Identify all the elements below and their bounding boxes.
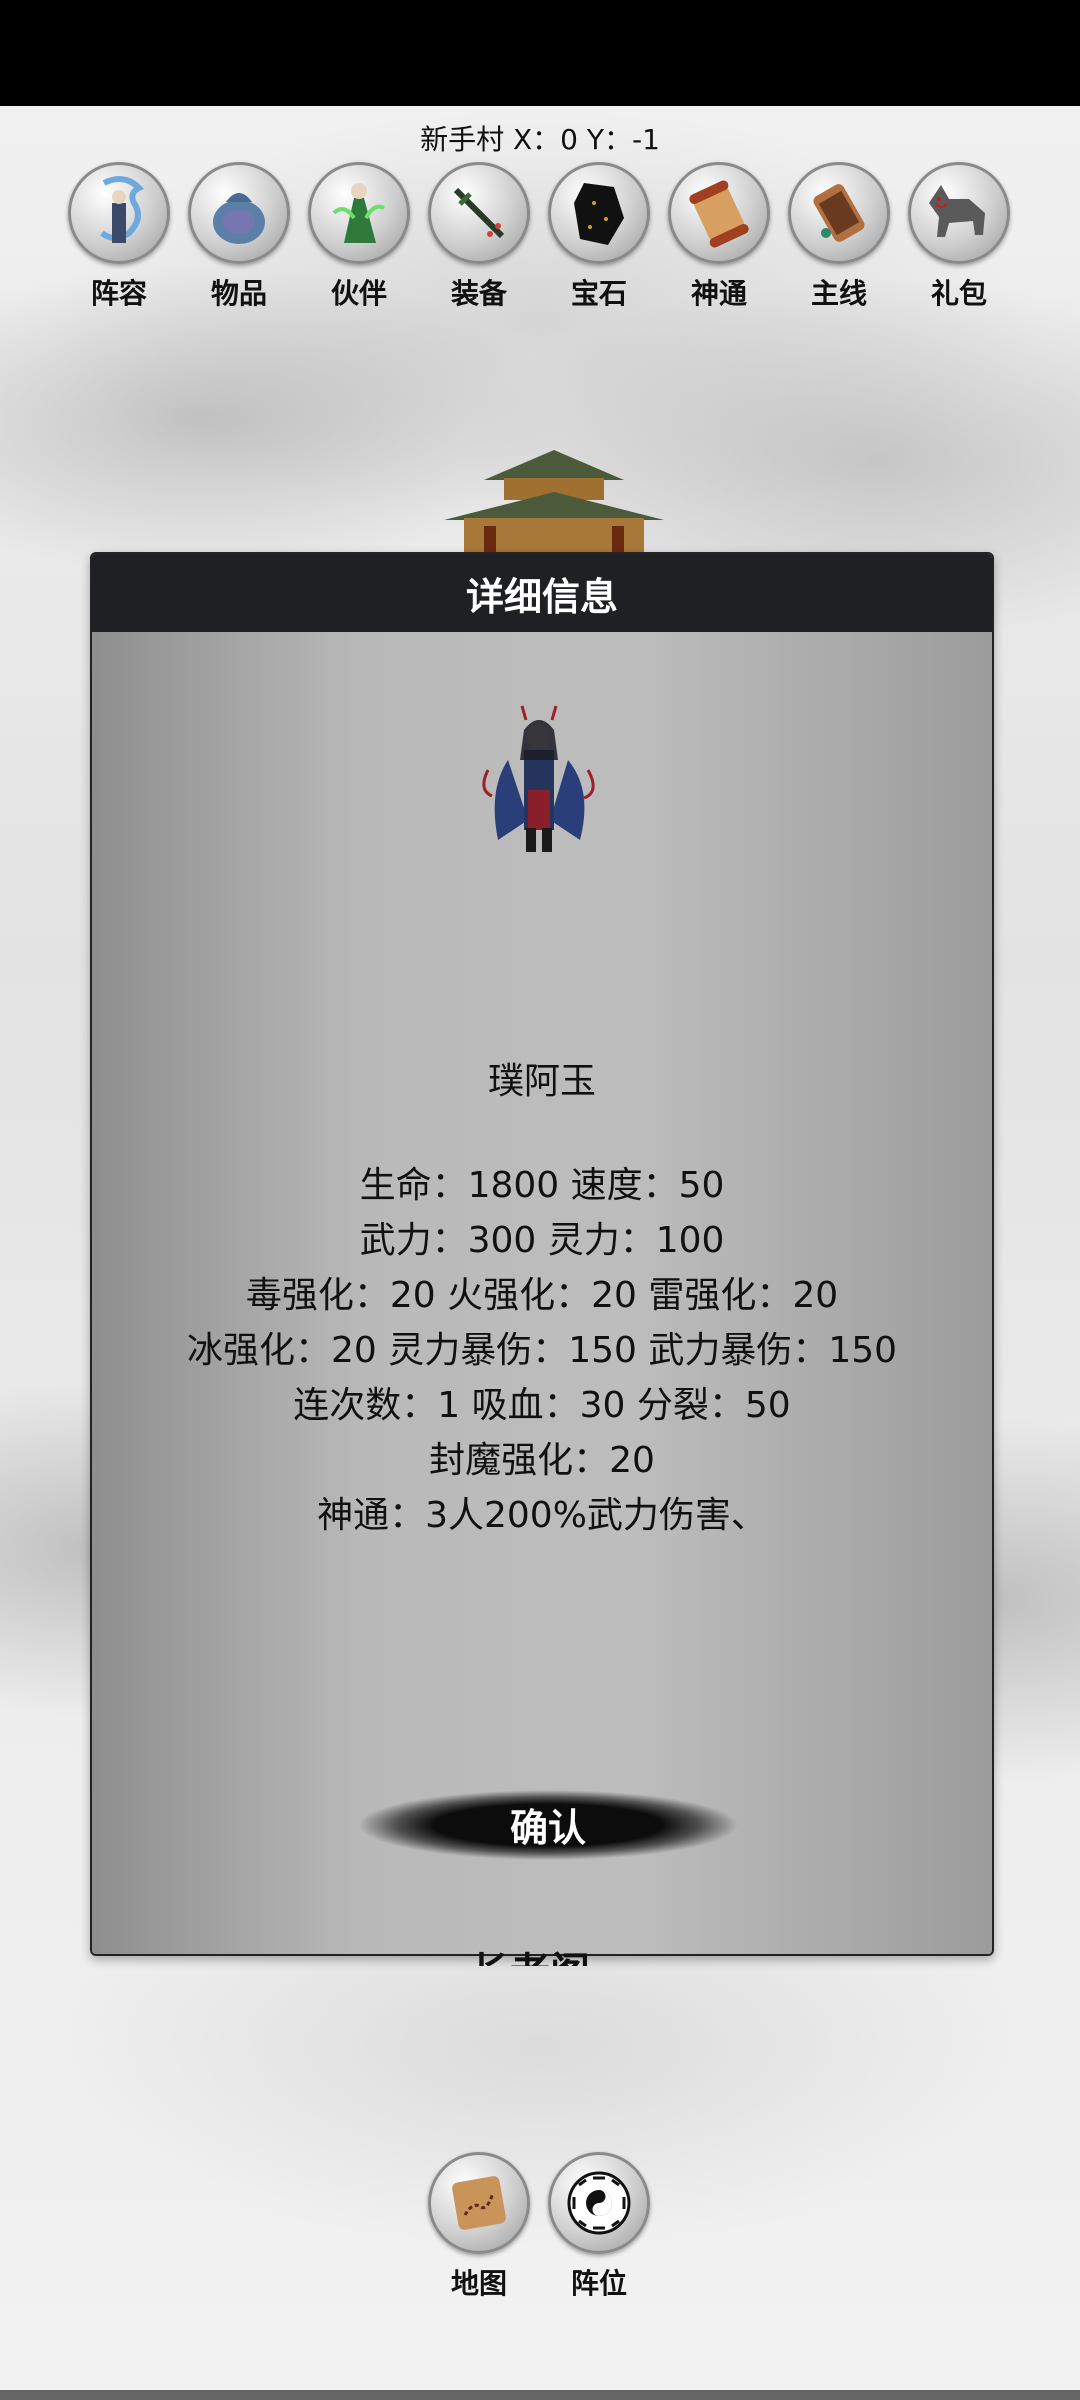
stat-line-ice-crit: 冰强化：20 灵力暴伤：150 武力暴伤：150: [186, 1330, 898, 1371]
item-bag-icon: [188, 162, 290, 264]
menu-lineup-button[interactable]: 阵容: [68, 162, 170, 312]
menu-gift-button[interactable]: 礼包: [908, 162, 1010, 312]
menu-divine-button[interactable]: 神通: [668, 162, 770, 312]
status-bar: [0, 0, 1080, 106]
menu-gems-button[interactable]: 宝石: [548, 162, 650, 312]
dialog-title: 详细信息: [92, 554, 992, 632]
stat-line-force-spirit: 武力：300 灵力：100: [359, 1220, 725, 1261]
confirm-button[interactable]: 确认: [358, 1784, 738, 1864]
menu-equipment-button[interactable]: 装备: [428, 162, 530, 312]
stat-line-element-boost: 毒强化：20 火强化：20 雷强化：20: [245, 1275, 839, 1316]
pagoda-building-icon: [444, 450, 664, 560]
navigation-bar: [0, 2390, 1080, 2400]
building-name-partial: 长老阁: [470, 1926, 630, 1966]
menu-divine-label: 神通: [690, 277, 747, 310]
menu-lineup-label: 阵容: [90, 277, 147, 310]
location-coordinates: 新手村 X：0 Y：-1: [420, 123, 660, 156]
gem-stone-icon: [548, 162, 650, 264]
hero-stats: 生命：1800 速度：50 武力：300 灵力：100 毒强化：20 火强化：2…: [92, 1158, 992, 1543]
companion-icon: [308, 162, 410, 264]
menu-gift-label: 礼包: [930, 277, 987, 310]
sword-icon: [428, 162, 530, 264]
formation-label: 阵位: [570, 2267, 627, 2300]
detail-dialog: 详细信息 璞阿玉 生命：1800 速度：50 武力：300 灵力：100 毒强化…: [90, 552, 994, 1956]
confirm-button-label: 确认: [509, 1805, 586, 1850]
stat-line-combo-lifesteal: 连次数：1 吸血：30 分裂：50: [293, 1385, 791, 1426]
menu-items-button[interactable]: 物品: [188, 162, 290, 312]
menu-gems-label: 宝石: [570, 277, 627, 310]
menu-equipment-label: 装备: [450, 277, 507, 310]
map-label: 地图: [450, 2267, 507, 2300]
scroll-icon: [668, 162, 770, 264]
formation-button[interactable]: 阵位: [548, 2152, 650, 2302]
wolf-gift-icon: [908, 162, 1010, 264]
stat-line-seal-boost: 封魔强化：20: [429, 1440, 655, 1481]
menu-items-label: 物品: [210, 277, 267, 310]
menu-companion-button[interactable]: 伙伴: [308, 162, 410, 312]
menu-mainquest-button[interactable]: 主线: [788, 162, 890, 312]
hero-portrait-icon: [482, 705, 595, 852]
stat-line-hp-speed: 生命：1800 速度：50: [359, 1165, 725, 1206]
map-button[interactable]: 地图: [428, 2152, 530, 2302]
stat-line-skill: 神通：3人200%武力伤害、: [317, 1495, 767, 1536]
quest-scroll-icon: [788, 162, 890, 264]
map-icon: [428, 2152, 530, 2254]
bottom-menu: 地图 阵位: [428, 2152, 650, 2302]
top-menu: 阵容 物品 伙伴 装备 宝石 神通 主线 礼包: [68, 162, 1010, 312]
menu-mainquest-label: 主线: [810, 277, 867, 310]
dragon-warrior-icon: [68, 162, 170, 264]
menu-companion-label: 伙伴: [330, 277, 387, 310]
bagua-icon: [548, 2152, 650, 2254]
dialog-body: 璞阿玉 生命：1800 速度：50 武力：300 灵力：100 毒强化：20 火…: [92, 632, 992, 1954]
hero-name: 璞阿玉: [487, 1061, 596, 1102]
